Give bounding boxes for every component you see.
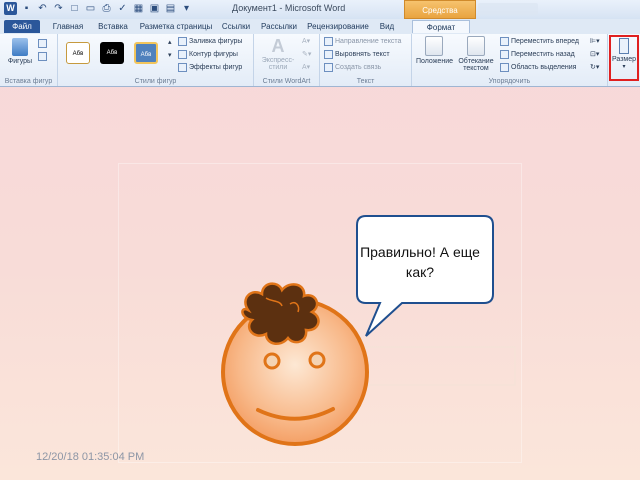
- slide-date: 12/20/18 01:35:04 PM: [36, 451, 145, 463]
- slide-drawing: [221, 215, 516, 446]
- speech-bubble-text: Правильно! А еще как?: [360, 244, 480, 280]
- smiley-hair: [241, 282, 320, 346]
- placeholder-box: [344, 346, 516, 386]
- left-eye: [263, 352, 281, 370]
- right-eye: [308, 351, 326, 369]
